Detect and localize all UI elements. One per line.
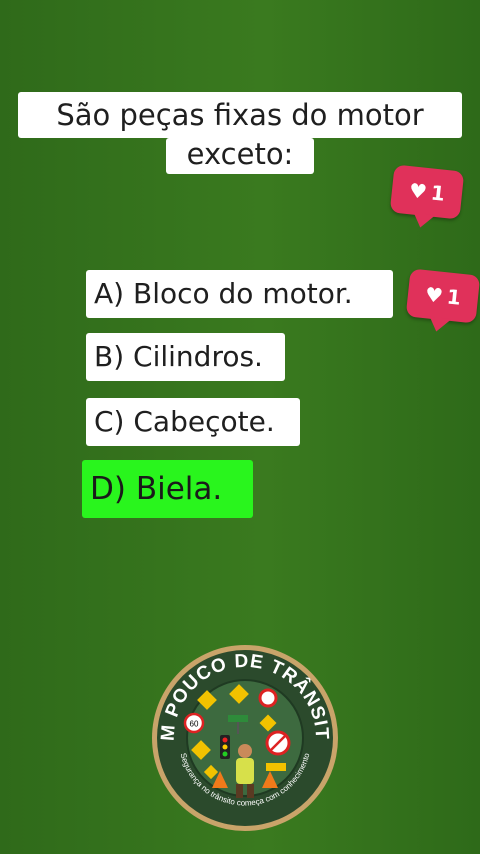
channel-logo: UM POUCO DE TRÂNSITO Segurança no trânsi… xyxy=(150,643,338,831)
option-a[interactable]: A) Bloco do motor. xyxy=(86,270,393,318)
no-entry-sign-icon xyxy=(258,688,278,708)
traffic-light-icon xyxy=(220,735,230,759)
like-reaction-badge: ♥ 1 xyxy=(405,268,480,324)
heart-icon: ♥ xyxy=(423,282,445,308)
option-c[interactable]: C) Cabeçote. xyxy=(86,398,300,446)
question-line-1: São peças fixas do motor xyxy=(18,92,462,138)
question-line-2: exceto: xyxy=(166,138,314,174)
like-count: 1 xyxy=(445,284,463,310)
option-d-correct[interactable]: D) Biela. xyxy=(82,460,253,518)
option-b[interactable]: B) Cilindros. xyxy=(86,333,285,381)
svg-text:60: 60 xyxy=(190,720,199,729)
speed-limit-sign-icon: 60 xyxy=(183,712,205,734)
heart-icon: ♥ xyxy=(407,178,429,204)
like-count: 1 xyxy=(429,180,447,206)
no-turn-sign-icon xyxy=(265,730,291,756)
arrow-sign-icon xyxy=(266,763,286,771)
like-reaction-badge: ♥ 1 xyxy=(389,164,465,220)
